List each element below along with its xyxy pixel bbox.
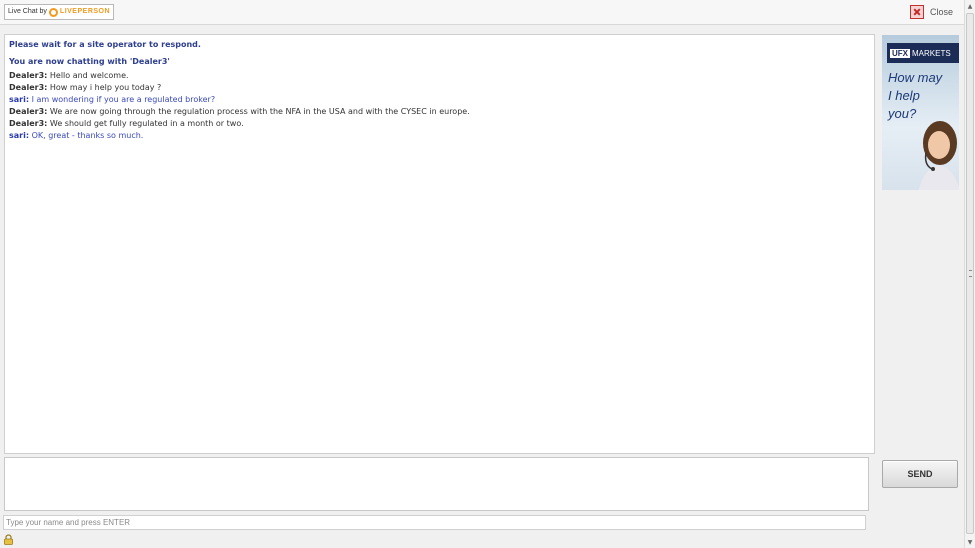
message-sender: sari: bbox=[9, 131, 30, 140]
scrollbar-grip-icon bbox=[969, 270, 972, 277]
close-label[interactable]: Close bbox=[930, 7, 953, 17]
ufx-markets-ad[interactable]: UFX MARKETS How may I help you? bbox=[882, 35, 959, 190]
lock-icon bbox=[4, 534, 13, 545]
ufx-logo: UFX MARKETS bbox=[887, 43, 959, 63]
message-sender: Dealer3: bbox=[9, 119, 48, 128]
message-text: Hello and welcome. bbox=[49, 71, 129, 80]
liveperson-brand[interactable]: Live Chat by LIVEPERSON bbox=[4, 4, 115, 20]
ad-tagline-line: How may bbox=[888, 70, 943, 85]
brand-name: LIVEPERSON bbox=[59, 8, 111, 15]
message-sender: Dealer3: bbox=[9, 83, 48, 92]
chat-message: Dealer3: How may i help you today ? bbox=[9, 82, 870, 94]
ufx-logo-text: MARKETS bbox=[912, 48, 951, 58]
message-input[interactable] bbox=[4, 457, 869, 511]
message-text: I am wondering if you are a regulated br… bbox=[31, 95, 216, 104]
close-icon[interactable] bbox=[910, 5, 924, 19]
scroll-up-icon[interactable]: ▲ bbox=[965, 1, 975, 11]
chat-message: sari: OK, great - thanks so much. bbox=[9, 130, 870, 142]
scrollbar-thumb[interactable] bbox=[966, 13, 974, 534]
liveperson-logo-icon bbox=[48, 7, 58, 17]
support-agent-image bbox=[918, 121, 959, 190]
message-sender: Dealer3: bbox=[9, 71, 48, 80]
page-scrollbar[interactable]: ▲ ▼ bbox=[964, 0, 975, 548]
system-message-wait: Please wait for a site operator to respo… bbox=[9, 40, 201, 49]
system-message-connected: You are now chatting with 'Dealer3' bbox=[9, 57, 170, 66]
message-text: OK, great - thanks so much. bbox=[31, 131, 144, 140]
message-text: How may i help you today ? bbox=[49, 83, 162, 92]
message-text: We are now going through the regulation … bbox=[49, 107, 470, 116]
chat-message: Dealer3: We are now going through the re… bbox=[9, 106, 870, 118]
message-sender: sari: bbox=[9, 95, 30, 104]
ufx-logo-box: UFX bbox=[890, 48, 910, 58]
scroll-down-icon[interactable]: ▼ bbox=[965, 537, 975, 547]
top-bar: Live Chat by LIVEPERSON Close bbox=[0, 0, 964, 25]
brand-prefix: Live Chat by bbox=[8, 8, 47, 15]
name-input[interactable] bbox=[3, 515, 866, 530]
ad-tagline-line: I help bbox=[888, 88, 920, 103]
chat-message: sari: I am wondering if you are a regula… bbox=[9, 94, 870, 106]
send-button[interactable]: SEND bbox=[882, 460, 958, 488]
chat-message: Dealer3: Hello and welcome. bbox=[9, 70, 870, 82]
close-button[interactable]: Close bbox=[910, 4, 953, 20]
message-text: We should get fully regulated in a month… bbox=[49, 119, 244, 128]
chat-message: Dealer3: We should get fully regulated i… bbox=[9, 118, 870, 130]
chat-transcript: Please wait for a site operator to respo… bbox=[4, 34, 875, 454]
message-sender: Dealer3: bbox=[9, 107, 48, 116]
